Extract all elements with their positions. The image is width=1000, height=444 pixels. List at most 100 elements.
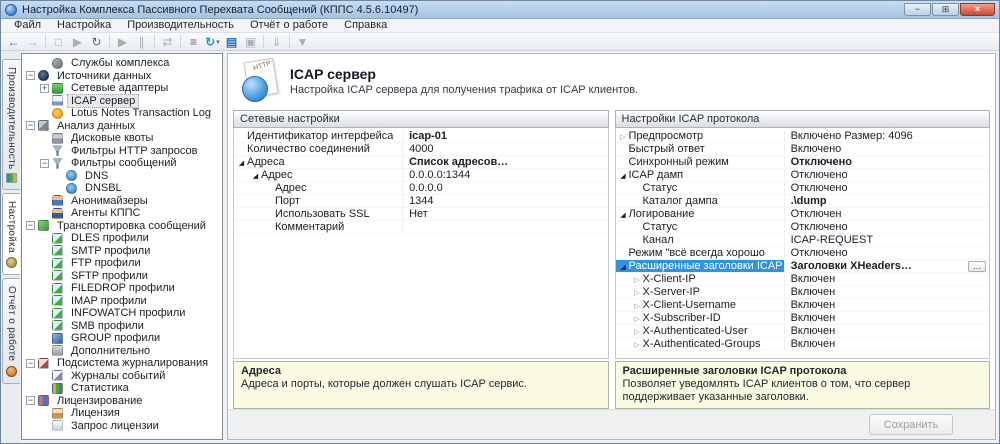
property-row[interactable]: ICAP дамп Отключено [615, 169, 989, 182]
tab-performance[interactable]: Производительность [2, 59, 20, 191]
collapse-icon[interactable] [26, 358, 35, 368]
menu-performance[interactable]: Производительность [120, 19, 241, 32]
forward-button[interactable]: → [23, 34, 42, 50]
tree-item-anonymizers[interactable]: Анонимайзеры [22, 195, 222, 208]
tree-item-data-sources[interactable]: Источники данных [22, 70, 222, 83]
restore-button[interactable]: ⊞ [932, 3, 959, 16]
property-row[interactable]: Комментарий [234, 221, 608, 234]
tree-item-lotus-notes[interactable]: Lotus Notes Transaction Log [22, 107, 222, 120]
property-row[interactable]: Статус Отключено [615, 221, 989, 234]
property-row[interactable]: Адрес 0.0.0.0 [234, 182, 608, 195]
expand-icon[interactable] [632, 312, 643, 324]
save-toolbar-button[interactable]: ▣ [241, 34, 260, 50]
property-row-selected[interactable]: Расширенные заголовки ICAP протокола Заго… [615, 260, 989, 273]
tree-item-http-filters[interactable]: Фильтры HTTP запросов [22, 145, 222, 158]
close-button[interactable]: × [960, 3, 995, 16]
collapse-icon[interactable] [26, 396, 35, 406]
menu-help[interactable]: Справка [337, 19, 394, 32]
tab-work-report[interactable]: Отчёт о работе [2, 278, 20, 384]
export-button[interactable]: ⇓ [267, 34, 286, 50]
tree-item-dnsbl[interactable]: DNSBL [22, 182, 222, 195]
minimize-button[interactable]: − [904, 3, 931, 16]
tree-item-smtp-profiles[interactable]: SMTP профили [22, 245, 222, 258]
collapse-icon[interactable] [250, 169, 261, 181]
tree-item-logging-subsystem[interactable]: Подсистема журналирования [22, 357, 222, 370]
tree-item-statistics[interactable]: Статистика [22, 382, 222, 395]
property-row[interactable]: Адрес 0.0.0.0:1344 [234, 169, 608, 182]
tree-item-ftp-profiles[interactable]: FTP профили [22, 257, 222, 270]
tree-item-licensing[interactable]: Лицензирование [22, 395, 222, 408]
tree-item-icap-server[interactable]: ICAP сервер [22, 93, 222, 108]
tree-item-kpps-agents[interactable]: Агенты КППС [22, 207, 222, 220]
property-row[interactable]: Использовать SSL Нет [234, 208, 608, 221]
property-row[interactable]: Предпросмотр Включено Размер: 4096 [615, 130, 989, 143]
ellipsis-button[interactable]: … [968, 260, 986, 272]
tree-item-message-filters[interactable]: Фильтры сообщений [22, 157, 222, 170]
play-button[interactable]: ▶ [113, 34, 132, 50]
tree-item-network-adapters[interactable]: Сетевые адаптеры [22, 82, 222, 95]
tree-item-smb-profiles[interactable]: SMB профили [22, 320, 222, 333]
collapse-icon[interactable] [26, 121, 35, 131]
property-row[interactable]: X-Authenticated-Groups Включен [615, 338, 989, 351]
property-row[interactable]: Адреса Список адресов… [234, 156, 608, 169]
start-button[interactable]: ▶ [68, 34, 87, 50]
collapse-icon[interactable] [618, 260, 629, 272]
tree-item-sftp-profiles[interactable]: SFTP профили [22, 270, 222, 283]
property-row[interactable]: Каталог дампа .\dump [615, 195, 989, 208]
property-row[interactable]: Количество соединений 4000 [234, 143, 608, 156]
property-row[interactable]: Быстрый ответ Включено [615, 143, 989, 156]
collapse-icon[interactable] [40, 158, 49, 168]
collapse-icon[interactable] [26, 221, 35, 231]
tree-item-infowatch-profiles[interactable]: INFOWATCH профили [22, 307, 222, 320]
restart-button[interactable]: ↻ [87, 34, 106, 50]
tree-item-additional[interactable]: Дополнительно [22, 345, 222, 358]
property-row[interactable]: X-Subscriber-ID Включен [615, 312, 989, 325]
tree-item-services[interactable]: Службы комплекса [22, 57, 222, 70]
expand-icon[interactable] [632, 325, 643, 337]
tree-item-group-profiles[interactable]: GROUP профили [22, 332, 222, 345]
menu-file[interactable]: Файл [7, 19, 48, 32]
expand-icon[interactable] [632, 273, 643, 285]
expand-icon[interactable] [632, 299, 643, 311]
report-button[interactable]: ≡ [184, 34, 203, 50]
tree-item-dles-profiles[interactable]: DLES профили [22, 232, 222, 245]
pause-button[interactable]: ∥ [132, 34, 151, 50]
property-row[interactable]: Режим "всё всегда хорошо Отключено [615, 247, 989, 260]
tree-item-filedrop-profiles[interactable]: FILEDROP профили [22, 282, 222, 295]
collapse-icon[interactable] [26, 71, 35, 81]
property-row[interactable]: Идентификатор интерфейса icap-01 [234, 130, 608, 143]
tree-item-event-logs[interactable]: Журналы событий [22, 370, 222, 383]
collapse-icon[interactable] [618, 169, 629, 181]
collapse-icon[interactable] [618, 208, 629, 220]
open-button[interactable]: ▤ [222, 34, 241, 50]
property-row[interactable]: X-Authenticated-User Включен [615, 325, 989, 338]
property-row[interactable]: X-Client-IP Включен [615, 273, 989, 286]
expand-icon[interactable] [632, 338, 643, 350]
tree-item-imap-profiles[interactable]: IMAP профили [22, 295, 222, 308]
expand-icon[interactable] [618, 130, 629, 142]
property-row[interactable]: X-Server-IP Включен [615, 286, 989, 299]
menu-work-report[interactable]: Отчёт о работе [243, 19, 335, 32]
tree-item-license[interactable]: Лицензия [22, 407, 222, 420]
property-row[interactable]: Порт 1344 [234, 195, 608, 208]
save-button[interactable]: Сохранить [869, 414, 953, 435]
stop-button[interactable]: □ [49, 34, 68, 50]
tab-settings[interactable]: Настройка [2, 193, 20, 276]
property-row[interactable]: Канал ICAP-REQUEST [615, 234, 989, 247]
tree-item-disk-quotas[interactable]: Дисковые квоты [22, 132, 222, 145]
refresh-button[interactable]: ↻ ▾ [203, 34, 222, 50]
tree-item-message-transport[interactable]: Транспортировка сообщений [22, 220, 222, 233]
tree-item-dns[interactable]: DNS [22, 170, 222, 183]
tree-item-license-request[interactable]: Запрос лицензии [22, 420, 222, 433]
back-button[interactable]: ← [4, 34, 23, 50]
compare-button[interactable]: ⇄ [158, 34, 177, 50]
property-row[interactable]: X-Client-Username Включен [615, 299, 989, 312]
expand-icon[interactable] [632, 286, 643, 298]
property-row[interactable]: Логирование Отключен [615, 208, 989, 221]
menu-settings[interactable]: Настройка [50, 19, 118, 32]
property-row[interactable]: Синхронный режим Отключено [615, 156, 989, 169]
expand-icon[interactable] [40, 83, 49, 93]
tree-item-data-analysis[interactable]: Анализ данных [22, 120, 222, 133]
apply-button[interactable]: ▼ [293, 34, 312, 50]
property-row[interactable]: Статус Отключено [615, 182, 989, 195]
